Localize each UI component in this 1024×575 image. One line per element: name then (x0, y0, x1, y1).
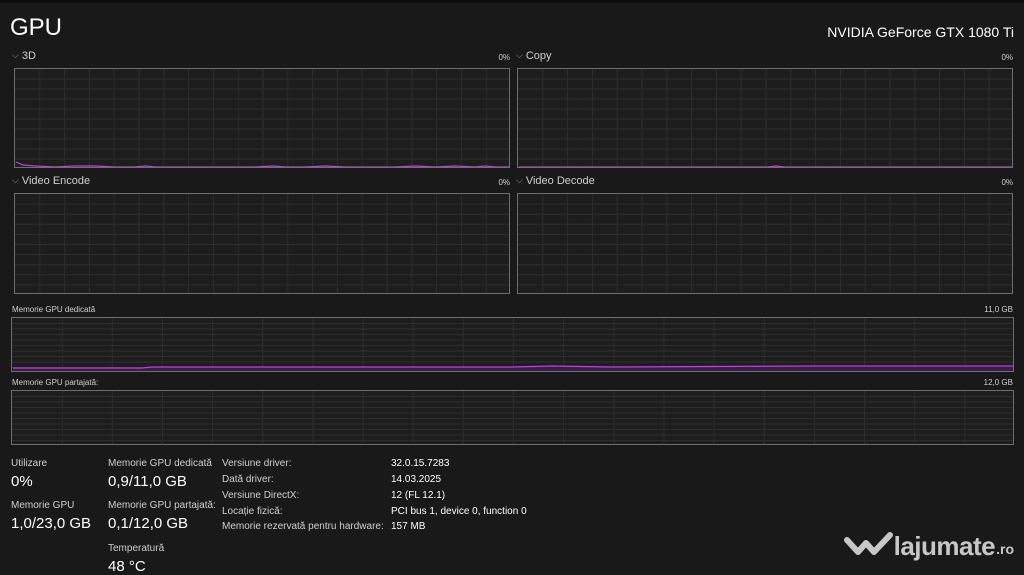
physical-location-value: PCI bus 1, device 0, function 0 (391, 506, 527, 517)
dedicated-memory-graph (11, 317, 1014, 372)
gpu-memory-label: Memorie GPU (11, 500, 75, 511)
watermark-tld: .ro (996, 541, 1014, 557)
chevron-down-icon: ⌵ (12, 50, 19, 60)
graph-grid (15, 69, 509, 167)
engine-3d-graph (14, 68, 510, 168)
temperature-value: 48 °C (108, 558, 146, 575)
shared-memory-graph-svg (12, 391, 1013, 444)
watermark-brand: lajumate (893, 530, 996, 561)
shared-memory-graph-label: Memorie GPU partajată: (12, 378, 99, 387)
lajumate-watermark: lajumate .ro (843, 527, 1014, 565)
physical-location-label: Locație fizică: (222, 506, 283, 517)
engine-copy-percent: 0% (1001, 53, 1013, 62)
graph-grid (518, 69, 1012, 167)
dedicated-memory-graph-max: 11,0 GB (984, 305, 1013, 314)
engine-copy-graph (517, 68, 1013, 168)
dedicated-memory-label: Memorie GPU dedicată (108, 458, 212, 469)
engine-copy-graph-svg (518, 69, 1012, 167)
driver-date-label: Dată driver: (222, 474, 274, 485)
engine-video-decode-label: Video Decode (525, 175, 595, 187)
lajumate-logo-icon (843, 532, 893, 555)
engine-video-encode-label: Video Encode (21, 175, 91, 187)
dedicated-memory-value: 0,9/11,0 GB (108, 473, 187, 490)
engine-video-encode-graph (14, 193, 510, 294)
dedicated-memory-fill (13, 367, 1013, 371)
chevron-down-icon: ⌵ (516, 175, 523, 185)
engine-video-encode-graph-svg (15, 194, 509, 293)
gpu-model-name: NVIDIA GeForce GTX 1080 Ti (827, 24, 1014, 40)
engine-video-decode-graph-svg (518, 194, 1012, 293)
shared-memory-label: Memorie GPU partajată: (108, 500, 216, 511)
hardware-reserved-memory-label: Memorie rezervată pentru hardware: (222, 521, 384, 532)
window-top-edge (0, 0, 1024, 3)
dedicated-memory-graph-svg (12, 318, 1013, 371)
temperature-label: Temperatură (108, 543, 165, 554)
engine-video-decode-selector[interactable]: ⌵ Video Decode (516, 175, 595, 187)
engine-copy-label: Copy (525, 50, 552, 62)
engine-3d-selector[interactable]: ⌵ 3D (12, 50, 36, 62)
driver-date-value: 14.03.2025 (391, 474, 442, 485)
page-title: GPU (10, 14, 63, 41)
graph-grid (12, 391, 1013, 444)
chevron-down-icon: ⌵ (516, 50, 523, 60)
engine-video-encode-percent: 0% (498, 178, 510, 187)
driver-version-label: Versiune driver: (222, 458, 292, 469)
graph-grid (518, 194, 1012, 293)
graph-grid (12, 318, 1013, 371)
shared-memory-graph (11, 390, 1014, 445)
shared-memory-value: 0,1/12,0 GB (108, 515, 189, 532)
utilization-label: Utilizare (11, 458, 48, 469)
dedicated-memory-graph-label: Memorie GPU dedicată (12, 305, 96, 314)
directx-version-label: Versiune DirectX: (222, 490, 300, 501)
engine-video-decode-percent: 0% (1001, 178, 1013, 187)
engine-video-encode-selector[interactable]: ⌵ Video Encode (12, 175, 90, 187)
engine-3d-label: 3D (21, 50, 36, 62)
engine-3d-graph-svg (15, 69, 509, 167)
hardware-reserved-memory-value: 157 MB (391, 521, 426, 532)
graph-grid (15, 194, 509, 293)
engine-copy-selector[interactable]: ⌵ Copy (516, 50, 552, 62)
engine-video-decode-graph (517, 193, 1013, 294)
chevron-down-icon: ⌵ (12, 175, 19, 185)
shared-memory-graph-max: 12,0 GB (983, 378, 1013, 387)
utilization-value: 0% (11, 473, 33, 490)
engine-3d-percent: 0% (498, 53, 510, 62)
directx-version-value: 12 (FL 12.1) (391, 490, 446, 501)
driver-version-value: 32.0.15.7283 (391, 458, 450, 469)
gpu-memory-value: 1,0/23,0 GB (11, 515, 92, 532)
